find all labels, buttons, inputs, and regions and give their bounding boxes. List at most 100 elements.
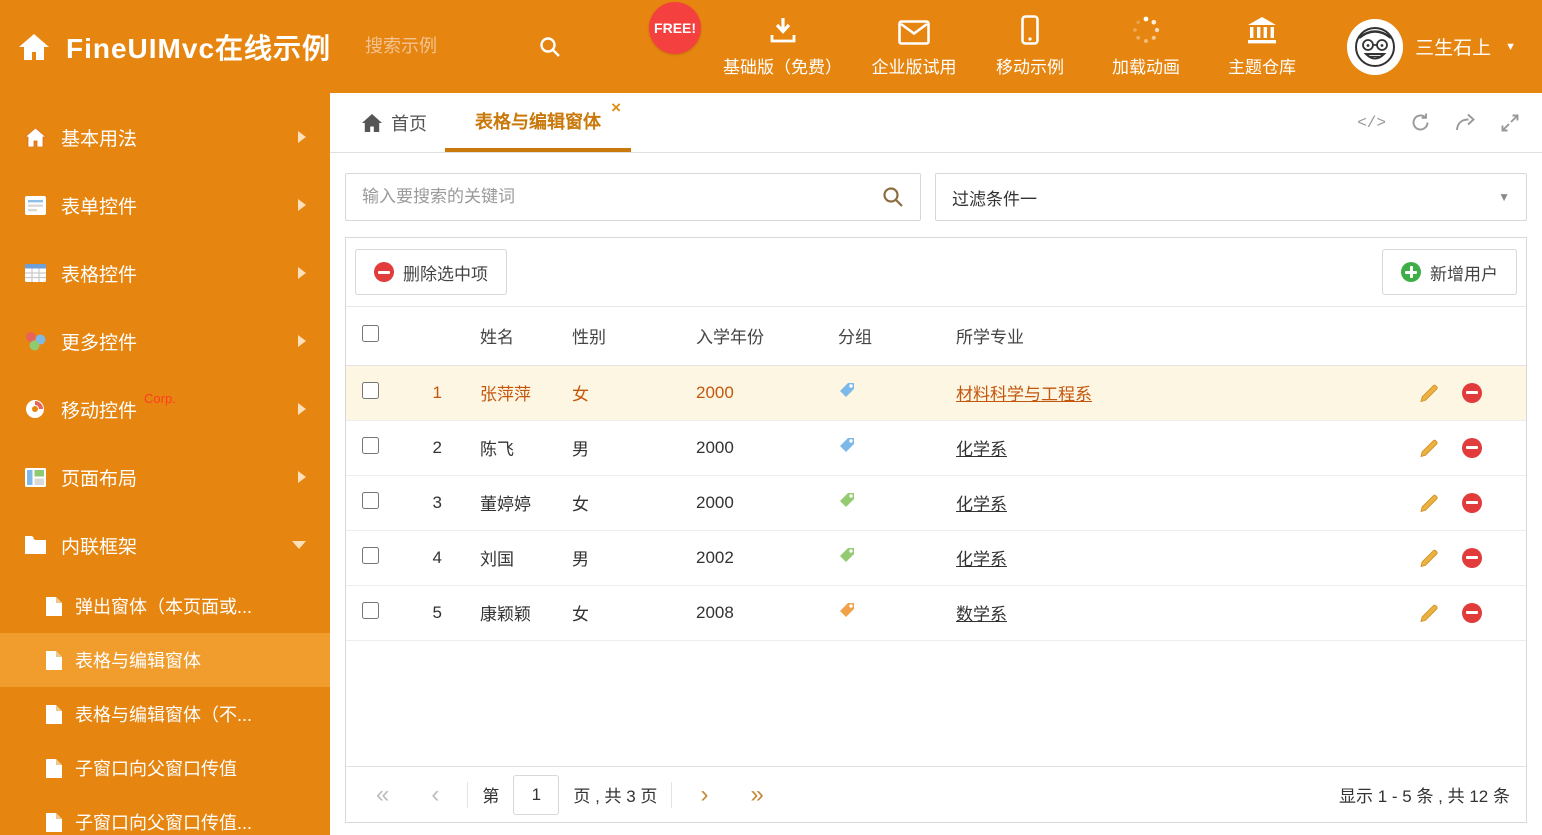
sidebar-subitem-grid-edit-window[interactable]: 表格与编辑窗体	[0, 633, 330, 687]
sidebar-item-page-layout[interactable]: 页面布局	[0, 443, 330, 511]
select-all-checkbox[interactable]	[362, 324, 379, 342]
column-name: 姓名	[448, 307, 572, 366]
delete-icon[interactable]	[1462, 602, 1482, 623]
plus-circle-icon	[1401, 262, 1421, 282]
sidebar-subitem-grid-edit-window-alt[interactable]: 表格与编辑窗体（不...	[0, 687, 330, 741]
share-icon[interactable]	[1455, 113, 1476, 132]
sidebar-item-table-controls[interactable]: 表格控件	[0, 239, 330, 307]
sidebar-subitem-child-to-parent[interactable]: 子窗口向父窗口传值	[0, 741, 330, 795]
row-checkbox[interactable]	[362, 436, 379, 454]
keyword-search-input[interactable]	[362, 187, 882, 207]
nav-label: 基础版（免费）	[723, 58, 843, 77]
sidebar-item-iframe[interactable]: 内联框架	[0, 511, 330, 579]
sidebar-item-form-controls[interactable]: 表单控件	[0, 171, 330, 239]
next-page-button[interactable]: ›	[686, 782, 722, 807]
widgets-icon	[24, 330, 46, 352]
add-button-label: 新增用户	[1430, 264, 1498, 284]
tab-tools: </>	[1357, 93, 1542, 152]
user-name: 三生石上	[1415, 38, 1492, 59]
table-icon	[24, 262, 46, 284]
add-user-button[interactable]: 新增用户	[1382, 249, 1517, 295]
bank-icon	[1246, 15, 1278, 45]
delete-icon[interactable]	[1462, 547, 1482, 568]
envelope-icon	[898, 15, 930, 45]
cell-year: 2000	[696, 475, 838, 531]
delete-selected-button[interactable]: 删除选中项	[355, 249, 507, 295]
edit-icon[interactable]	[1418, 382, 1440, 404]
nav-label: 主题仓库	[1228, 58, 1297, 77]
filter-dropdown[interactable]: 过滤条件一 ▼	[935, 173, 1527, 221]
code-icon[interactable]: </>	[1357, 114, 1386, 132]
table-row[interactable]: 3 董婷婷 女 2000 化学系	[346, 475, 1526, 531]
brand[interactable]: FineUIMvc在线示例	[18, 27, 331, 67]
search-icon[interactable]	[882, 186, 904, 208]
header-nav: FREE! 基础版（免费） 企业版试用 移动示例 加载动画 主题仓库	[645, 0, 1320, 93]
major-link[interactable]: 数学系	[956, 605, 1007, 624]
avatar	[1347, 18, 1404, 75]
search-icon[interactable]	[539, 36, 561, 58]
edit-icon[interactable]	[1418, 547, 1440, 569]
row-number: 5	[396, 585, 448, 641]
nav-item-mobile-demo[interactable]: 移动示例	[972, 0, 1088, 93]
row-checkbox[interactable]	[362, 601, 379, 619]
expand-icon[interactable]	[1500, 113, 1520, 133]
major-link[interactable]: 化学系	[956, 440, 1007, 459]
grid-toolbar: 删除选中项 新增用户	[346, 238, 1526, 307]
delete-icon[interactable]	[1462, 382, 1482, 403]
sidebar-subitem-label: 弹出窗体（本页面或...	[75, 597, 253, 617]
cell-gender: 女	[572, 475, 696, 531]
major-link[interactable]: 化学系	[956, 550, 1007, 569]
edit-icon[interactable]	[1418, 602, 1440, 624]
major-link[interactable]: 化学系	[956, 495, 1007, 514]
row-checkbox[interactable]	[362, 546, 379, 564]
delete-icon[interactable]	[1462, 492, 1482, 513]
table-row[interactable]: 1 张萍萍 女 2000 材料科学与工程系	[346, 365, 1526, 421]
user-menu[interactable]: 三生石上 ▼	[1347, 18, 1516, 75]
table-row[interactable]: 2 陈飞 男 2000 化学系	[346, 420, 1526, 476]
row-number: 2	[396, 420, 448, 476]
chevron-right-icon	[298, 335, 306, 347]
mobile-controls-icon	[24, 398, 46, 420]
sidebar: 基本用法 表单控件 表格控件 更多控件 移动控件 Corp. 页面布局 内联框架…	[0, 93, 330, 835]
sidebar-subitem-label: 子窗口向父窗口传值	[75, 759, 237, 779]
nav-item-enterprise-trial[interactable]: 企业版试用	[856, 0, 972, 93]
row-checkbox[interactable]	[362, 491, 379, 509]
row-number: 4	[396, 530, 448, 586]
sidebar-item-more-controls[interactable]: 更多控件	[0, 307, 330, 375]
tab-home[interactable]: 首页	[344, 93, 445, 152]
nav-item-loading-animation[interactable]: 加载动画	[1088, 0, 1204, 93]
header-search-input[interactable]	[365, 36, 526, 57]
close-icon[interactable]: ×	[611, 99, 621, 116]
sidebar-subitem-label: 表格与编辑窗体（不...	[75, 705, 253, 725]
sidebar-subitem-popup-window[interactable]: 弹出窗体（本页面或...	[0, 579, 330, 633]
form-icon	[24, 194, 46, 216]
edit-icon[interactable]	[1418, 492, 1440, 514]
sidebar-subitem-label: 表格与编辑窗体	[75, 651, 201, 671]
sidebar-item-basic-usage[interactable]: 基本用法	[0, 103, 330, 171]
first-page-button[interactable]: «	[362, 782, 403, 807]
row-number: 1	[396, 365, 448, 421]
sidebar-item-mobile-controls[interactable]: 移动控件 Corp.	[0, 375, 330, 443]
chevron-right-icon	[298, 403, 306, 415]
sidebar-subitem-child-to-parent-alt[interactable]: 子窗口向父窗口传值...	[0, 795, 330, 835]
tab-grid-edit-window[interactable]: 表格与编辑窗体 ×	[445, 93, 631, 152]
nav-item-basic-free[interactable]: FREE! 基础版（免费）	[645, 0, 856, 93]
prev-page-button[interactable]: ‹	[417, 782, 453, 807]
page-number-input[interactable]	[513, 774, 560, 815]
tag-icon	[838, 546, 856, 564]
cell-year: 2008	[696, 585, 838, 641]
file-icon	[46, 650, 62, 670]
nav-item-theme-repo[interactable]: 主题仓库	[1204, 0, 1320, 93]
refresh-icon[interactable]	[1410, 112, 1431, 133]
caret-down-icon: ▼	[1505, 40, 1516, 53]
row-checkbox[interactable]	[362, 381, 379, 399]
sidebar-item-label: 页面布局	[61, 468, 138, 490]
table-row[interactable]: 5 康颖颖 女 2008 数学系	[346, 585, 1526, 641]
edit-icon[interactable]	[1418, 437, 1440, 459]
major-link[interactable]: 材料科学与工程系	[956, 385, 1092, 404]
table-row[interactable]: 4 刘国 男 2002 化学系	[346, 530, 1526, 586]
chevron-right-icon	[298, 267, 306, 279]
delete-icon[interactable]	[1462, 437, 1482, 458]
last-page-button[interactable]: »	[736, 782, 777, 807]
caret-down-icon: ▼	[1498, 190, 1510, 204]
